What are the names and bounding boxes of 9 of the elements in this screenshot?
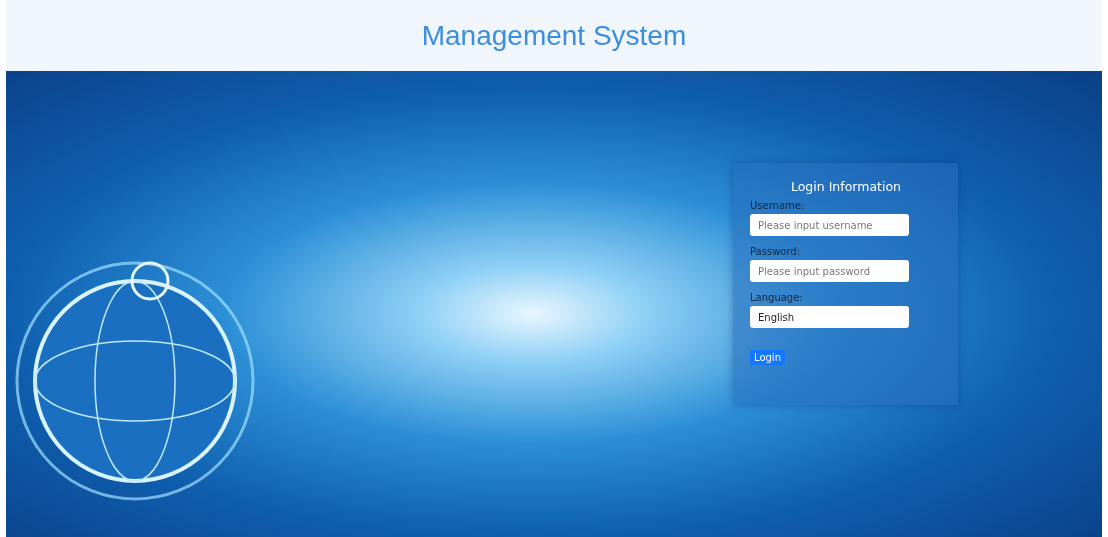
username-field[interactable]: Please input username — [750, 214, 909, 236]
field-label: Username: — [750, 200, 805, 211]
field-label: Password: — [750, 246, 801, 257]
login-title: Login Information — [789, 179, 903, 194]
language-select[interactable]: English — [750, 306, 909, 328]
login-button[interactable]: Login — [750, 350, 785, 365]
password-field[interactable]: Please input password — [750, 260, 909, 282]
field-label: Language: — [750, 292, 803, 303]
page-title: Management System — [421, 19, 687, 52]
